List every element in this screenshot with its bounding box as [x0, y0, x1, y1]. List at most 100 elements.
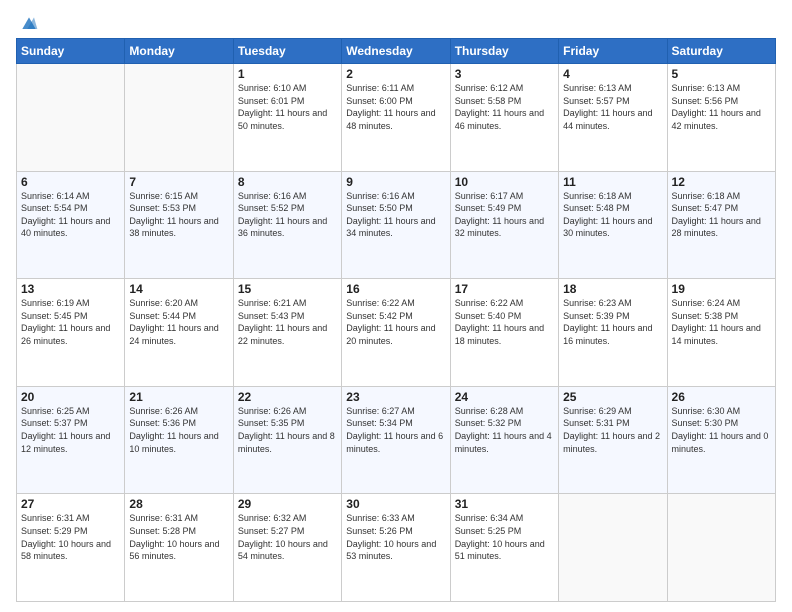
day-cell: 13Sunrise: 6:19 AM Sunset: 5:45 PM Dayli…: [17, 279, 125, 387]
day-info: Sunrise: 6:26 AM Sunset: 5:35 PM Dayligh…: [238, 405, 337, 455]
week-row-4: 20Sunrise: 6:25 AM Sunset: 5:37 PM Dayli…: [17, 386, 776, 494]
week-row-2: 6Sunrise: 6:14 AM Sunset: 5:54 PM Daylig…: [17, 171, 776, 279]
day-header-thursday: Thursday: [450, 39, 558, 64]
day-info: Sunrise: 6:25 AM Sunset: 5:37 PM Dayligh…: [21, 405, 120, 455]
day-info: Sunrise: 6:31 AM Sunset: 5:28 PM Dayligh…: [129, 512, 228, 562]
day-header-sunday: Sunday: [17, 39, 125, 64]
day-number: 26: [672, 390, 771, 404]
header-row: SundayMondayTuesdayWednesdayThursdayFrid…: [17, 39, 776, 64]
day-info: Sunrise: 6:26 AM Sunset: 5:36 PM Dayligh…: [129, 405, 228, 455]
day-cell: [125, 64, 233, 172]
day-cell: 22Sunrise: 6:26 AM Sunset: 5:35 PM Dayli…: [233, 386, 341, 494]
day-info: Sunrise: 6:32 AM Sunset: 5:27 PM Dayligh…: [238, 512, 337, 562]
day-number: 21: [129, 390, 228, 404]
day-info: Sunrise: 6:14 AM Sunset: 5:54 PM Dayligh…: [21, 190, 120, 240]
day-cell: 14Sunrise: 6:20 AM Sunset: 5:44 PM Dayli…: [125, 279, 233, 387]
day-cell: 3Sunrise: 6:12 AM Sunset: 5:58 PM Daylig…: [450, 64, 558, 172]
day-info: Sunrise: 6:27 AM Sunset: 5:34 PM Dayligh…: [346, 405, 445, 455]
day-info: Sunrise: 6:19 AM Sunset: 5:45 PM Dayligh…: [21, 297, 120, 347]
day-number: 28: [129, 497, 228, 511]
day-info: Sunrise: 6:10 AM Sunset: 6:01 PM Dayligh…: [238, 82, 337, 132]
day-header-friday: Friday: [559, 39, 667, 64]
day-number: 13: [21, 282, 120, 296]
day-info: Sunrise: 6:18 AM Sunset: 5:48 PM Dayligh…: [563, 190, 662, 240]
week-row-1: 1Sunrise: 6:10 AM Sunset: 6:01 PM Daylig…: [17, 64, 776, 172]
day-header-wednesday: Wednesday: [342, 39, 450, 64]
day-info: Sunrise: 6:18 AM Sunset: 5:47 PM Dayligh…: [672, 190, 771, 240]
day-number: 30: [346, 497, 445, 511]
day-cell: 23Sunrise: 6:27 AM Sunset: 5:34 PM Dayli…: [342, 386, 450, 494]
day-cell: 4Sunrise: 6:13 AM Sunset: 5:57 PM Daylig…: [559, 64, 667, 172]
day-number: 5: [672, 67, 771, 81]
logo: [16, 14, 39, 34]
day-number: 14: [129, 282, 228, 296]
week-row-3: 13Sunrise: 6:19 AM Sunset: 5:45 PM Dayli…: [17, 279, 776, 387]
day-cell: 18Sunrise: 6:23 AM Sunset: 5:39 PM Dayli…: [559, 279, 667, 387]
day-number: 15: [238, 282, 337, 296]
day-cell: 9Sunrise: 6:16 AM Sunset: 5:50 PM Daylig…: [342, 171, 450, 279]
day-number: 11: [563, 175, 662, 189]
day-number: 25: [563, 390, 662, 404]
day-number: 22: [238, 390, 337, 404]
day-cell: 16Sunrise: 6:22 AM Sunset: 5:42 PM Dayli…: [342, 279, 450, 387]
day-info: Sunrise: 6:13 AM Sunset: 5:57 PM Dayligh…: [563, 82, 662, 132]
day-info: Sunrise: 6:33 AM Sunset: 5:26 PM Dayligh…: [346, 512, 445, 562]
day-number: 31: [455, 497, 554, 511]
day-number: 18: [563, 282, 662, 296]
day-cell: 11Sunrise: 6:18 AM Sunset: 5:48 PM Dayli…: [559, 171, 667, 279]
day-cell: 20Sunrise: 6:25 AM Sunset: 5:37 PM Dayli…: [17, 386, 125, 494]
day-number: 1: [238, 67, 337, 81]
day-info: Sunrise: 6:16 AM Sunset: 5:50 PM Dayligh…: [346, 190, 445, 240]
day-number: 23: [346, 390, 445, 404]
day-number: 12: [672, 175, 771, 189]
day-cell: 29Sunrise: 6:32 AM Sunset: 5:27 PM Dayli…: [233, 494, 341, 602]
day-cell: 19Sunrise: 6:24 AM Sunset: 5:38 PM Dayli…: [667, 279, 775, 387]
day-cell: 30Sunrise: 6:33 AM Sunset: 5:26 PM Dayli…: [342, 494, 450, 602]
day-number: 27: [21, 497, 120, 511]
day-cell: 26Sunrise: 6:30 AM Sunset: 5:30 PM Dayli…: [667, 386, 775, 494]
day-info: Sunrise: 6:12 AM Sunset: 5:58 PM Dayligh…: [455, 82, 554, 132]
day-cell: 8Sunrise: 6:16 AM Sunset: 5:52 PM Daylig…: [233, 171, 341, 279]
day-number: 4: [563, 67, 662, 81]
day-info: Sunrise: 6:13 AM Sunset: 5:56 PM Dayligh…: [672, 82, 771, 132]
day-info: Sunrise: 6:15 AM Sunset: 5:53 PM Dayligh…: [129, 190, 228, 240]
day-number: 29: [238, 497, 337, 511]
day-cell: 27Sunrise: 6:31 AM Sunset: 5:29 PM Dayli…: [17, 494, 125, 602]
day-number: 8: [238, 175, 337, 189]
day-cell: 25Sunrise: 6:29 AM Sunset: 5:31 PM Dayli…: [559, 386, 667, 494]
day-number: 6: [21, 175, 120, 189]
day-cell: 15Sunrise: 6:21 AM Sunset: 5:43 PM Dayli…: [233, 279, 341, 387]
day-info: Sunrise: 6:29 AM Sunset: 5:31 PM Dayligh…: [563, 405, 662, 455]
day-info: Sunrise: 6:24 AM Sunset: 5:38 PM Dayligh…: [672, 297, 771, 347]
day-cell: 17Sunrise: 6:22 AM Sunset: 5:40 PM Dayli…: [450, 279, 558, 387]
day-info: Sunrise: 6:31 AM Sunset: 5:29 PM Dayligh…: [21, 512, 120, 562]
day-number: 3: [455, 67, 554, 81]
day-cell: 6Sunrise: 6:14 AM Sunset: 5:54 PM Daylig…: [17, 171, 125, 279]
day-cell: 2Sunrise: 6:11 AM Sunset: 6:00 PM Daylig…: [342, 64, 450, 172]
day-header-tuesday: Tuesday: [233, 39, 341, 64]
day-number: 2: [346, 67, 445, 81]
day-info: Sunrise: 6:30 AM Sunset: 5:30 PM Dayligh…: [672, 405, 771, 455]
day-number: 17: [455, 282, 554, 296]
day-info: Sunrise: 6:22 AM Sunset: 5:42 PM Dayligh…: [346, 297, 445, 347]
day-number: 20: [21, 390, 120, 404]
day-cell: 5Sunrise: 6:13 AM Sunset: 5:56 PM Daylig…: [667, 64, 775, 172]
day-cell: 28Sunrise: 6:31 AM Sunset: 5:28 PM Dayli…: [125, 494, 233, 602]
day-cell: 24Sunrise: 6:28 AM Sunset: 5:32 PM Dayli…: [450, 386, 558, 494]
logo-icon: [19, 14, 39, 34]
day-cell: [559, 494, 667, 602]
day-cell: 1Sunrise: 6:10 AM Sunset: 6:01 PM Daylig…: [233, 64, 341, 172]
day-cell: 10Sunrise: 6:17 AM Sunset: 5:49 PM Dayli…: [450, 171, 558, 279]
day-cell: [17, 64, 125, 172]
day-number: 9: [346, 175, 445, 189]
day-info: Sunrise: 6:11 AM Sunset: 6:00 PM Dayligh…: [346, 82, 445, 132]
day-cell: [667, 494, 775, 602]
day-info: Sunrise: 6:21 AM Sunset: 5:43 PM Dayligh…: [238, 297, 337, 347]
day-cell: 21Sunrise: 6:26 AM Sunset: 5:36 PM Dayli…: [125, 386, 233, 494]
day-header-monday: Monday: [125, 39, 233, 64]
day-cell: 7Sunrise: 6:15 AM Sunset: 5:53 PM Daylig…: [125, 171, 233, 279]
day-number: 19: [672, 282, 771, 296]
day-number: 24: [455, 390, 554, 404]
page: SundayMondayTuesdayWednesdayThursdayFrid…: [0, 0, 792, 612]
calendar-table: SundayMondayTuesdayWednesdayThursdayFrid…: [16, 38, 776, 602]
